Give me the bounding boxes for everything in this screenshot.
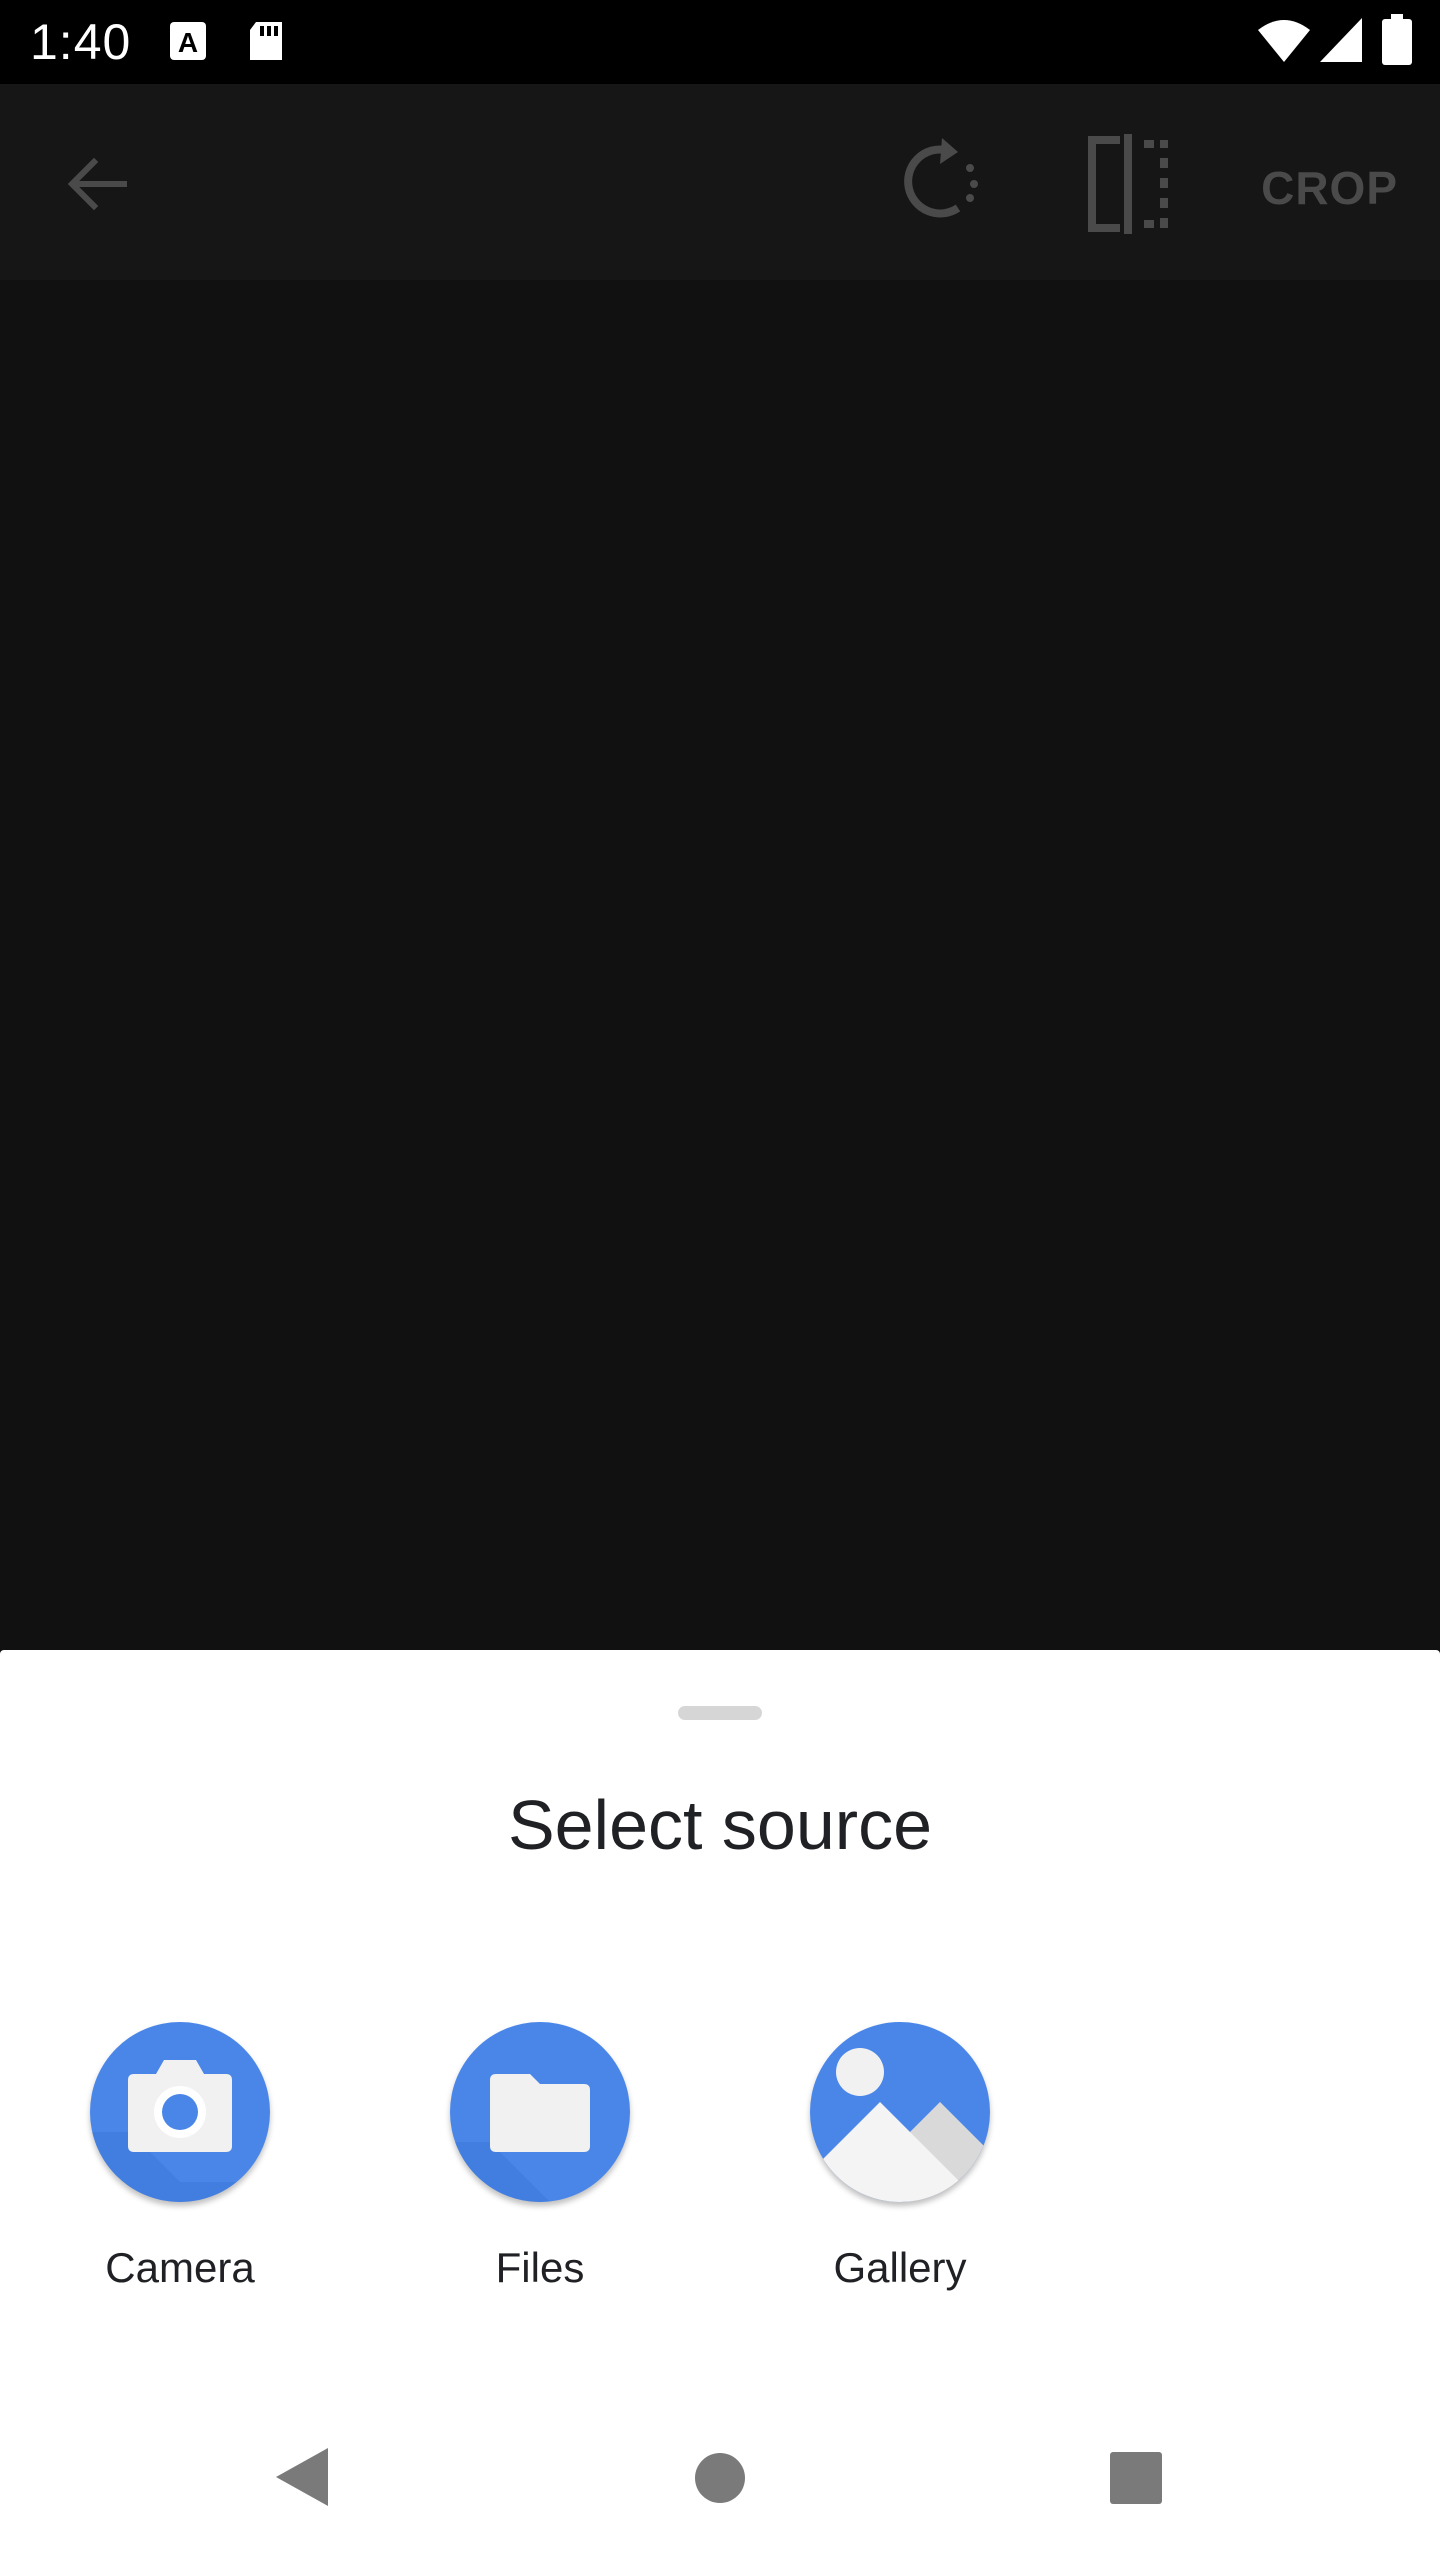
nav-back-icon[interactable] [272, 2444, 332, 2515]
drag-handle[interactable] [678, 1706, 762, 1720]
app-bar: CROP [0, 84, 1440, 280]
source-gallery[interactable]: Gallery [780, 2022, 1020, 2296]
source-label: Files [495, 2244, 585, 2291]
arrow-back-icon[interactable] [64, 152, 128, 221]
flip-icon[interactable] [1084, 134, 1174, 239]
image-canvas [0, 280, 1440, 1650]
folder-icon [450, 2022, 630, 2202]
crop-button[interactable]: CROP [1261, 160, 1398, 216]
battery-icon [1382, 14, 1412, 71]
source-files[interactable]: Files [420, 2022, 660, 2296]
rotate-icon[interactable] [890, 134, 986, 235]
gallery-icon [810, 2022, 990, 2202]
source-label: Gallery [833, 2244, 967, 2291]
source-camera[interactable]: Camera [60, 2022, 300, 2296]
status-bar: 1:40 A [0, 0, 1440, 84]
select-source-sheet: Select source Camera Files Gallery [0, 1650, 1440, 2444]
sheet-title: Select source [507, 1786, 933, 1864]
a-notification-icon: A [168, 18, 208, 69]
nav-home-icon[interactable] [694, 2452, 746, 2509]
sd-card-icon [246, 18, 286, 69]
nav-recents-icon[interactable] [1108, 2450, 1164, 2511]
navigation-bar [0, 2444, 1440, 2560]
status-time: 1:40 [30, 14, 132, 70]
camera-icon [90, 2022, 270, 2202]
wifi-icon [1256, 16, 1312, 71]
cell-signal-icon [1318, 16, 1364, 71]
svg-text:A: A [178, 27, 198, 58]
source-label: Camera [105, 2244, 255, 2291]
